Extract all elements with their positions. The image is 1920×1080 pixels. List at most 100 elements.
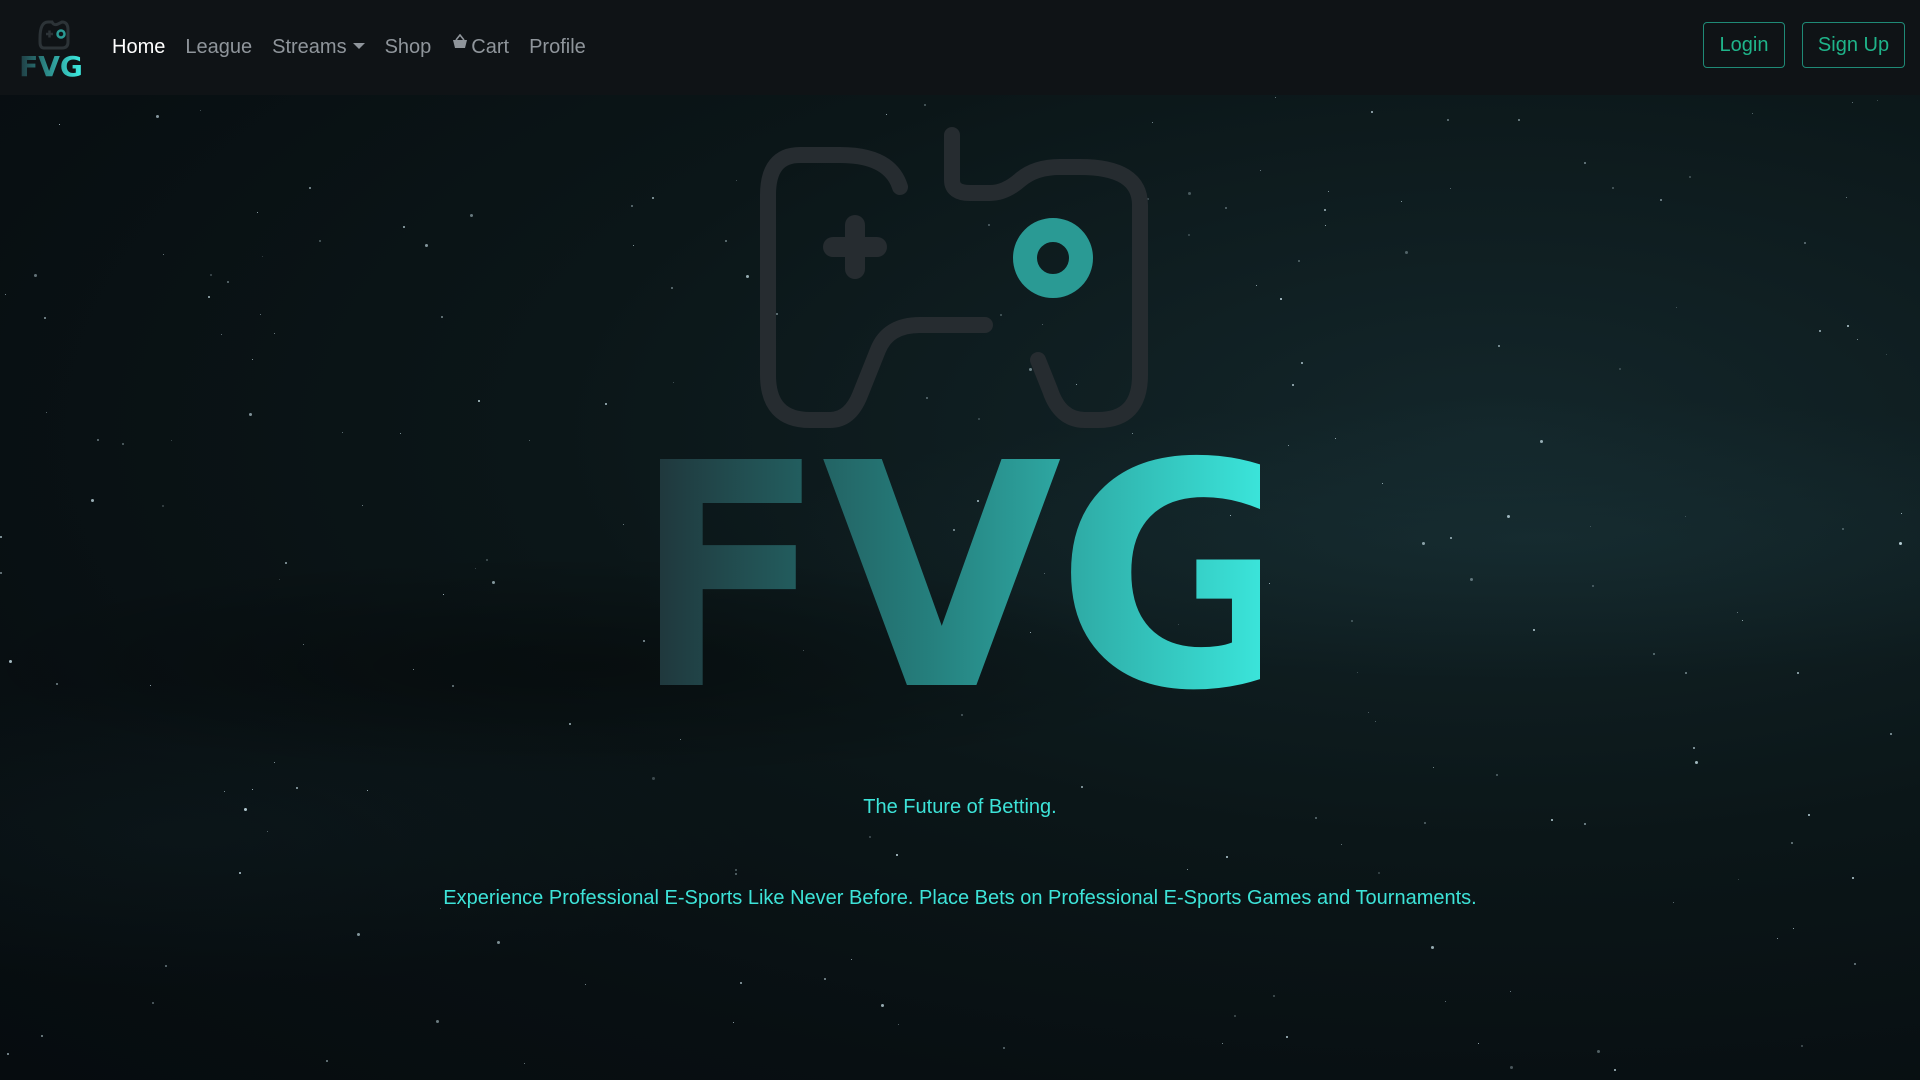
star (1854, 963, 1856, 965)
star (881, 1004, 884, 1007)
star (896, 854, 898, 856)
star (1592, 585, 1594, 587)
controller-outline (760, 127, 1148, 428)
star (252, 789, 253, 790)
star (1003, 1047, 1005, 1049)
star (1533, 629, 1535, 631)
star (1275, 97, 1276, 98)
star (1187, 869, 1188, 870)
star (274, 762, 275, 763)
star (274, 333, 275, 334)
star (1301, 362, 1303, 364)
star (436, 1020, 439, 1023)
star (1447, 119, 1449, 121)
nav-cart-label: Cart (471, 36, 510, 58)
nav-shop-link[interactable]: Shop (375, 36, 442, 59)
hero-description: Experience Professional E-Sports Like Ne… (443, 887, 1477, 909)
star (1846, 197, 1847, 198)
star (1886, 354, 1887, 355)
star (208, 296, 210, 298)
star (1804, 242, 1806, 244)
star (1852, 877, 1854, 879)
star (1431, 946, 1434, 949)
nav-home-link[interactable]: Home (102, 36, 175, 59)
star (1328, 191, 1329, 192)
star (643, 640, 645, 642)
star (262, 256, 263, 257)
star (309, 187, 311, 189)
nav-streams-label: Streams (272, 36, 347, 58)
nav-streams-dropdown[interactable]: Streams (262, 36, 374, 59)
star (1819, 330, 1821, 332)
star (357, 933, 360, 936)
nav-league-label: League (185, 36, 253, 58)
star (1368, 712, 1369, 713)
nav-profile-link[interactable]: Profile (519, 36, 596, 59)
star (1797, 672, 1799, 674)
star (441, 316, 443, 318)
star (303, 644, 304, 645)
star (631, 205, 633, 207)
star (1273, 995, 1275, 997)
nav-shop-label: Shop (384, 36, 432, 58)
star (1081, 786, 1083, 788)
star (652, 777, 655, 780)
star (44, 317, 46, 319)
star (824, 978, 826, 980)
signup-button[interactable]: Sign Up (1802, 22, 1905, 68)
star (7, 1053, 9, 1055)
star (1842, 528, 1844, 530)
star (0, 536, 2, 538)
star (478, 400, 480, 402)
star (1325, 225, 1326, 226)
star (1777, 938, 1778, 939)
hero-logo: FVG (616, 125, 1310, 759)
login-button[interactable]: Login (1703, 22, 1785, 68)
star (1590, 526, 1591, 527)
star (1445, 1001, 1446, 1002)
star (150, 685, 151, 686)
star (652, 197, 654, 199)
star (1351, 620, 1353, 622)
star (260, 314, 261, 315)
star (605, 403, 607, 405)
nav-cart-link[interactable]: Cart (441, 33, 519, 59)
brand-logo[interactable]: FVG (18, 16, 84, 83)
star (524, 1063, 525, 1064)
basket-icon (453, 33, 468, 48)
star (633, 245, 634, 246)
star (1510, 1066, 1513, 1069)
star (1801, 1045, 1803, 1047)
star (735, 869, 737, 871)
star (252, 359, 253, 360)
star (1260, 170, 1261, 171)
star (97, 439, 99, 441)
star (91, 499, 94, 502)
hero-tagline: The Future of Betting. (863, 796, 1057, 818)
star (1375, 721, 1376, 722)
star (285, 562, 287, 564)
star (486, 559, 488, 561)
star (0, 572, 2, 574)
star (34, 274, 37, 277)
star (1619, 368, 1621, 370)
star (1450, 537, 1452, 539)
star (1450, 188, 1451, 189)
hero-gamepad-logo: FVG (616, 127, 1310, 759)
star (733, 1022, 734, 1023)
star (362, 505, 363, 506)
nav-league-link[interactable]: League (175, 36, 262, 59)
star (296, 787, 298, 789)
star (1890, 733, 1892, 735)
star (400, 433, 401, 434)
star (1433, 767, 1434, 768)
star (1324, 209, 1326, 211)
star (165, 965, 167, 967)
star (1685, 516, 1686, 517)
star (210, 274, 212, 276)
star (257, 212, 258, 213)
star (367, 790, 368, 791)
star (497, 941, 500, 944)
star (1498, 345, 1500, 347)
star (1695, 761, 1698, 764)
